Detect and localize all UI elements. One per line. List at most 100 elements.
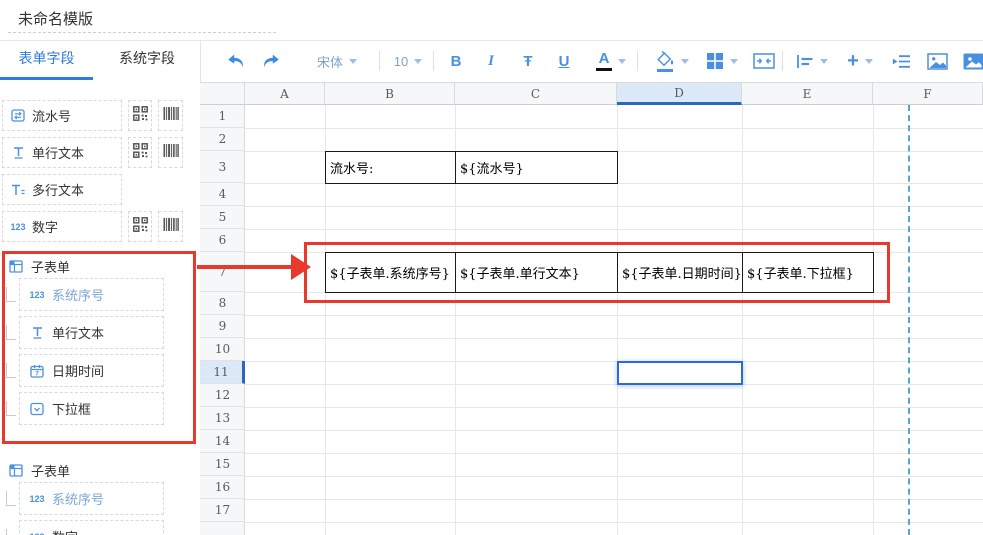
insert-image-filled-button[interactable] <box>959 49 983 73</box>
subform-icon <box>8 464 24 477</box>
number-icon: 123 <box>29 290 45 300</box>
align-button[interactable] <box>789 49 835 73</box>
barcode-icon <box>163 144 179 162</box>
subform-child-item[interactable]: 单行文本 <box>19 316 164 349</box>
font-size-value: 10 <box>394 54 408 69</box>
chevron-down-icon <box>730 59 738 64</box>
row-header-8[interactable]: 8 <box>200 292 245 315</box>
undo-button[interactable] <box>222 49 250 73</box>
merge-cells-icon <box>753 53 775 69</box>
subform-child-item[interactable]: 7日期时间 <box>19 354 164 387</box>
grid-cell-B7[interactable]: ${子表单.系统序号} <box>325 252 456 293</box>
tree-branch-icon <box>6 363 16 378</box>
toolbar-separator <box>637 51 638 71</box>
fill-color-button[interactable] <box>649 49 695 73</box>
single-line-text-icon <box>10 146 26 159</box>
italic-button[interactable]: I <box>478 49 504 73</box>
subform-child-item[interactable]: 下拉框 <box>19 392 164 425</box>
subform-child-label: 下拉框 <box>52 399 91 418</box>
font-family-value: 宋体 <box>317 52 343 71</box>
tree-branch-icon <box>6 491 16 506</box>
field-list: 流水号单行文本多行文本123数字子表单123系统序号单行文本7日期时间下拉框子表… <box>0 100 200 535</box>
insert-button[interactable]: + <box>837 49 883 73</box>
font-size-select[interactable]: 10 <box>386 49 430 73</box>
subform-child-label: 日期时间 <box>52 361 104 380</box>
grid-corner-cell[interactable] <box>200 82 245 105</box>
row-header-5[interactable]: 5 <box>200 206 245 229</box>
field-item[interactable]: 流水号 <box>2 100 122 131</box>
column-header-B[interactable]: B <box>325 82 455 105</box>
row-header-15[interactable]: 15 <box>200 453 245 476</box>
row-header-11[interactable]: 11 <box>200 361 245 384</box>
field-item[interactable]: 单行文本 <box>2 137 122 168</box>
field-item[interactable]: 多行文本 <box>2 174 122 205</box>
bold-button[interactable]: B <box>443 49 469 73</box>
row-header-12[interactable]: 12 <box>200 384 245 407</box>
toolbar-separator <box>379 51 380 71</box>
underline-icon: U <box>559 54 570 69</box>
borders-button[interactable] <box>699 49 745 73</box>
image-filled-icon <box>963 53 983 70</box>
field-item[interactable]: 123数字 <box>2 211 122 242</box>
fill-color-icon <box>655 51 675 72</box>
bold-icon: B <box>451 54 462 69</box>
subform-group-header[interactable]: 子表单 <box>0 458 200 482</box>
spreadsheet-grid[interactable]: ABCDEF1234567891011121314151617流水号:${流水号… <box>200 82 983 535</box>
field-barcode-button[interactable] <box>158 137 183 168</box>
field-barcode-button[interactable] <box>158 211 183 242</box>
row-header-16[interactable]: 16 <box>200 476 245 499</box>
grid-cell-B3[interactable]: 流水号: <box>325 151 456 184</box>
document-title[interactable]: 未命名模版 <box>18 8 93 29</box>
row-header-13[interactable]: 13 <box>200 407 245 430</box>
insert-image-button[interactable] <box>923 49 951 73</box>
column-header-F[interactable]: F <box>873 82 983 105</box>
column-header-A[interactable]: A <box>245 82 325 105</box>
subform-child-item[interactable]: 123系统序号 <box>19 278 164 311</box>
row-header-3[interactable]: 3 <box>200 151 245 183</box>
tab-system-fields[interactable]: 系统字段 <box>107 40 187 77</box>
number-icon: 123 <box>29 494 45 504</box>
row-header-14[interactable]: 14 <box>200 430 245 453</box>
tab-form-fields[interactable]: 表单字段 <box>0 40 93 77</box>
column-header-E[interactable]: E <box>742 82 873 105</box>
font-family-select[interactable]: 宋体 <box>298 49 376 73</box>
subform-child-item[interactable]: 123 系统序号 <box>19 482 164 515</box>
font-color-button[interactable]: A <box>588 49 634 73</box>
grid-cell-C3[interactable]: ${流水号} <box>455 151 618 184</box>
field-qr-button[interactable] <box>128 211 152 242</box>
subform-child-label: 系统序号 <box>52 489 104 508</box>
barcode-icon <box>163 218 179 236</box>
single-line-text-icon <box>29 326 45 339</box>
row-header-6[interactable]: 6 <box>200 229 245 252</box>
column-header-D[interactable]: D <box>617 82 742 105</box>
align-left-icon <box>796 54 814 69</box>
chevron-down-icon <box>820 59 828 64</box>
image-outline-icon <box>927 53 948 70</box>
font-color-icon: A <box>596 51 612 71</box>
grid-cell-D7[interactable]: ${子表单.日期时间} <box>617 252 743 293</box>
underline-button[interactable]: U <box>551 49 577 73</box>
indent-lines-icon <box>892 54 911 69</box>
subform-child-item[interactable]: 123数字 <box>19 520 164 535</box>
redo-button[interactable] <box>257 49 285 73</box>
toolbar-separator <box>782 51 783 71</box>
row-header-9[interactable]: 9 <box>200 315 245 338</box>
subform-group-header[interactable]: 子表单 <box>0 254 200 278</box>
field-qr-button[interactable] <box>128 100 152 131</box>
row-header-1[interactable]: 1 <box>200 105 245 128</box>
merge-cells-button[interactable] <box>749 49 779 73</box>
subform-group: 子表单 123 系统序号 123数字 <box>0 458 200 535</box>
row-header-17[interactable]: 17 <box>200 499 245 522</box>
field-qr-button[interactable] <box>128 137 152 168</box>
grid-cell-C7[interactable]: ${子表单.单行文本} <box>455 252 618 293</box>
row-header-2[interactable]: 2 <box>200 128 245 151</box>
subform-group: 子表单123系统序号单行文本 7日期时间下拉框 <box>0 254 200 425</box>
row-header-10[interactable]: 10 <box>200 338 245 361</box>
field-barcode-button[interactable] <box>158 100 183 131</box>
insert-field-button[interactable] <box>887 49 915 73</box>
row-header-4[interactable]: 4 <box>200 183 245 206</box>
grid-cell-E7[interactable]: ${子表单.下拉框} <box>742 252 874 293</box>
row-header-7[interactable]: 7 <box>200 252 245 292</box>
column-header-C[interactable]: C <box>455 82 617 105</box>
strikethrough-button[interactable]: Ŧ <box>515 49 541 73</box>
